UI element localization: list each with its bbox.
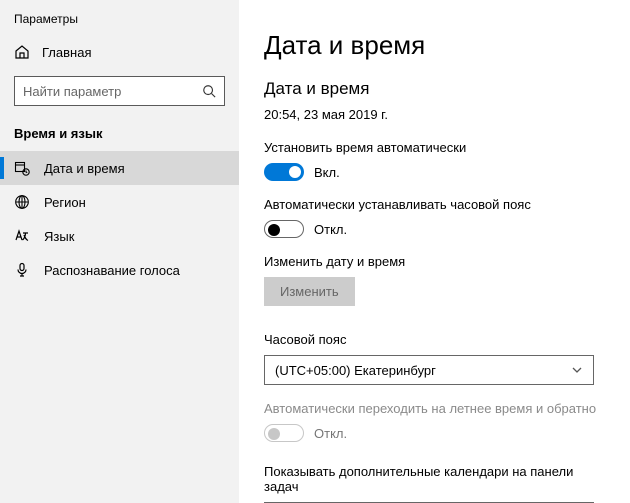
auto-timezone-state: Откл. — [314, 222, 347, 237]
dst-toggle: Откл. — [264, 424, 347, 442]
auto-timezone-label: Автоматически устанавливать часовой пояс — [264, 197, 606, 212]
page-title: Дата и время — [264, 30, 606, 61]
timezone-value: (UTC+05:00) Екатеринбург — [275, 363, 436, 378]
calendar-clock-icon — [14, 160, 30, 176]
auto-time-label: Установить время автоматически — [264, 140, 606, 155]
search-box[interactable] — [14, 76, 225, 106]
current-datetime: 20:54, 23 мая 2019 г. — [264, 107, 606, 122]
search-icon — [202, 84, 216, 98]
sidebar-item-region[interactable]: Регион — [0, 185, 239, 219]
sidebar-home-label: Главная — [42, 45, 91, 60]
sidebar-category-title: Время и язык — [0, 120, 239, 151]
sidebar-item-speech[interactable]: Распознавание голоса — [0, 253, 239, 287]
calendars-label: Показывать дополнительные календари на п… — [264, 464, 606, 494]
window-title: Параметры — [0, 10, 239, 36]
section-heading-datetime: Дата и время — [264, 79, 606, 99]
search-input[interactable] — [23, 84, 202, 99]
sidebar-item-label: Распознавание голоса — [44, 263, 180, 278]
globe-icon — [14, 194, 30, 210]
dst-state: Откл. — [314, 426, 347, 441]
sidebar-item-label: Регион — [44, 195, 86, 210]
chevron-down-icon — [571, 364, 583, 376]
language-icon — [14, 228, 30, 244]
sidebar-item-date-time[interactable]: Дата и время — [0, 151, 239, 185]
timezone-dropdown[interactable]: (UTC+05:00) Екатеринбург — [264, 355, 594, 385]
microphone-icon — [14, 262, 30, 278]
dst-label: Автоматически переходить на летнее время… — [264, 401, 606, 416]
sidebar-home[interactable]: Главная — [0, 36, 239, 68]
sidebar-item-label: Дата и время — [44, 161, 125, 176]
auto-time-state: Вкл. — [314, 165, 340, 180]
main-content: Дата и время Дата и время 20:54, 23 мая … — [240, 0, 630, 503]
sidebar-item-label: Язык — [44, 229, 74, 244]
change-datetime-label: Изменить дату и время — [264, 254, 606, 269]
home-icon — [14, 44, 30, 60]
sidebar-item-language[interactable]: Язык — [0, 219, 239, 253]
auto-timezone-toggle[interactable]: Откл. — [264, 220, 347, 238]
change-button[interactable]: Изменить — [264, 277, 355, 306]
timezone-label: Часовой пояс — [264, 332, 606, 347]
auto-time-toggle[interactable]: Вкл. — [264, 163, 340, 181]
sidebar: Параметры Главная Время и язык — [0, 0, 240, 503]
